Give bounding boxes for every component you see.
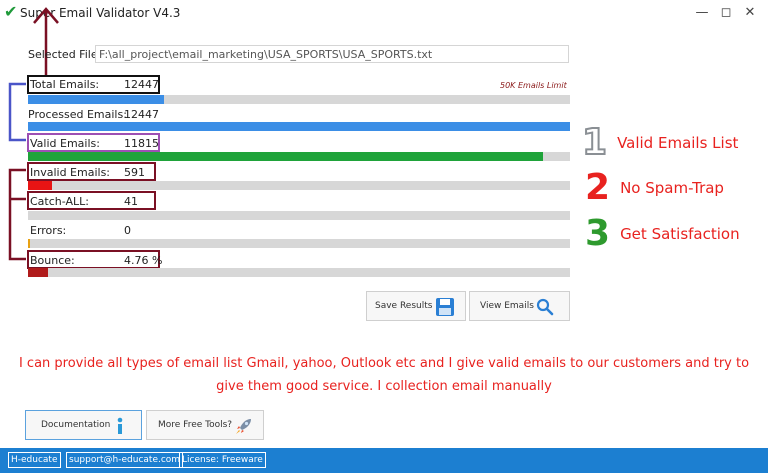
bounce-label: Bounce: <box>30 254 75 267</box>
total-emails-label: Total Emails: <box>30 78 100 91</box>
errors-value: 0 <box>124 224 131 237</box>
rocket-icon <box>236 419 251 434</box>
email-limit-note: 50K Emails Limit <box>500 81 567 90</box>
catchall-value: 41 <box>124 195 138 208</box>
processed-progress-fill <box>28 122 570 131</box>
processed-progress-bar <box>28 122 570 131</box>
status-brand[interactable]: H-educate <box>8 452 61 468</box>
bounce-progress-fill <box>28 268 49 277</box>
side-point-3-text: Get Satisfaction <box>620 224 740 243</box>
view-emails-label: View Emails <box>480 301 534 311</box>
bounce-value: 4.76 % <box>124 254 163 267</box>
status-support-email[interactable]: support@h-educate.com <box>66 452 184 468</box>
more-tools-label: More Free Tools? <box>158 420 233 430</box>
annotation-red-bracket <box>8 168 26 261</box>
save-results-button[interactable]: Save Results <box>366 291 466 321</box>
total-progress-fill <box>28 95 164 104</box>
side-point-1: 1 Valid Emails List <box>581 121 739 164</box>
documentation-button[interactable]: Documentation <box>25 410 142 440</box>
valid-progress-bar <box>28 152 570 161</box>
errors-progress-fill <box>28 239 30 248</box>
status-bar: H-educate support@h-educate.com License:… <box>0 448 768 473</box>
save-results-label: Save Results <box>375 301 433 311</box>
invalid-emails-value: 591 <box>124 166 145 179</box>
invalid-progress-fill <box>28 181 53 190</box>
side-point-2-number: 2 <box>585 167 611 208</box>
side-point-2-text: No Spam-Trap <box>620 178 724 197</box>
processed-emails-value: 12447 <box>124 108 159 121</box>
documentation-label: Documentation <box>41 420 111 430</box>
valid-progress-fill <box>28 152 543 161</box>
selected-file-field[interactable]: F:\all_project\email_marketing\USA_SPORT… <box>95 45 569 63</box>
catchall-progress-bar <box>28 211 570 220</box>
search-icon <box>536 298 554 316</box>
app-window: ✔ Super Email Validator V4.3 — ◻ ✕ Selec… <box>0 0 768 473</box>
total-progress-bar <box>28 95 570 104</box>
selected-file-label: Selected File: <box>28 48 102 61</box>
invalid-emails-label: Invalid Emails: <box>30 166 111 179</box>
side-point-3-number: 3 <box>585 213 611 254</box>
promo-message: I can provide all types of email list Gm… <box>18 356 750 394</box>
bounce-progress-bar <box>28 268 570 277</box>
status-license: License: Freeware <box>179 452 266 468</box>
processed-emails-label: Processed Emails: <box>28 108 127 121</box>
side-point-2: 2 No Spam-Trap <box>585 167 724 208</box>
invalid-progress-bar <box>28 181 570 190</box>
view-emails-button[interactable]: View Emails <box>469 291 570 321</box>
errors-label: Errors: <box>30 224 67 237</box>
valid-emails-value: 11815 <box>124 137 159 150</box>
annotation-blue-bracket <box>8 82 26 142</box>
more-free-tools-button[interactable]: More Free Tools? <box>146 410 264 440</box>
valid-emails-label: Valid Emails: <box>30 137 100 150</box>
info-icon <box>117 417 123 434</box>
catchall-label: Catch-ALL: <box>30 195 89 208</box>
total-emails-value: 12447 <box>124 78 159 91</box>
save-icon <box>436 298 454 316</box>
errors-progress-bar <box>28 239 570 248</box>
side-point-1-text: Valid Emails List <box>617 133 739 152</box>
side-point-3: 3 Get Satisfaction <box>585 213 740 254</box>
side-point-1-number: 1 <box>581 121 608 164</box>
